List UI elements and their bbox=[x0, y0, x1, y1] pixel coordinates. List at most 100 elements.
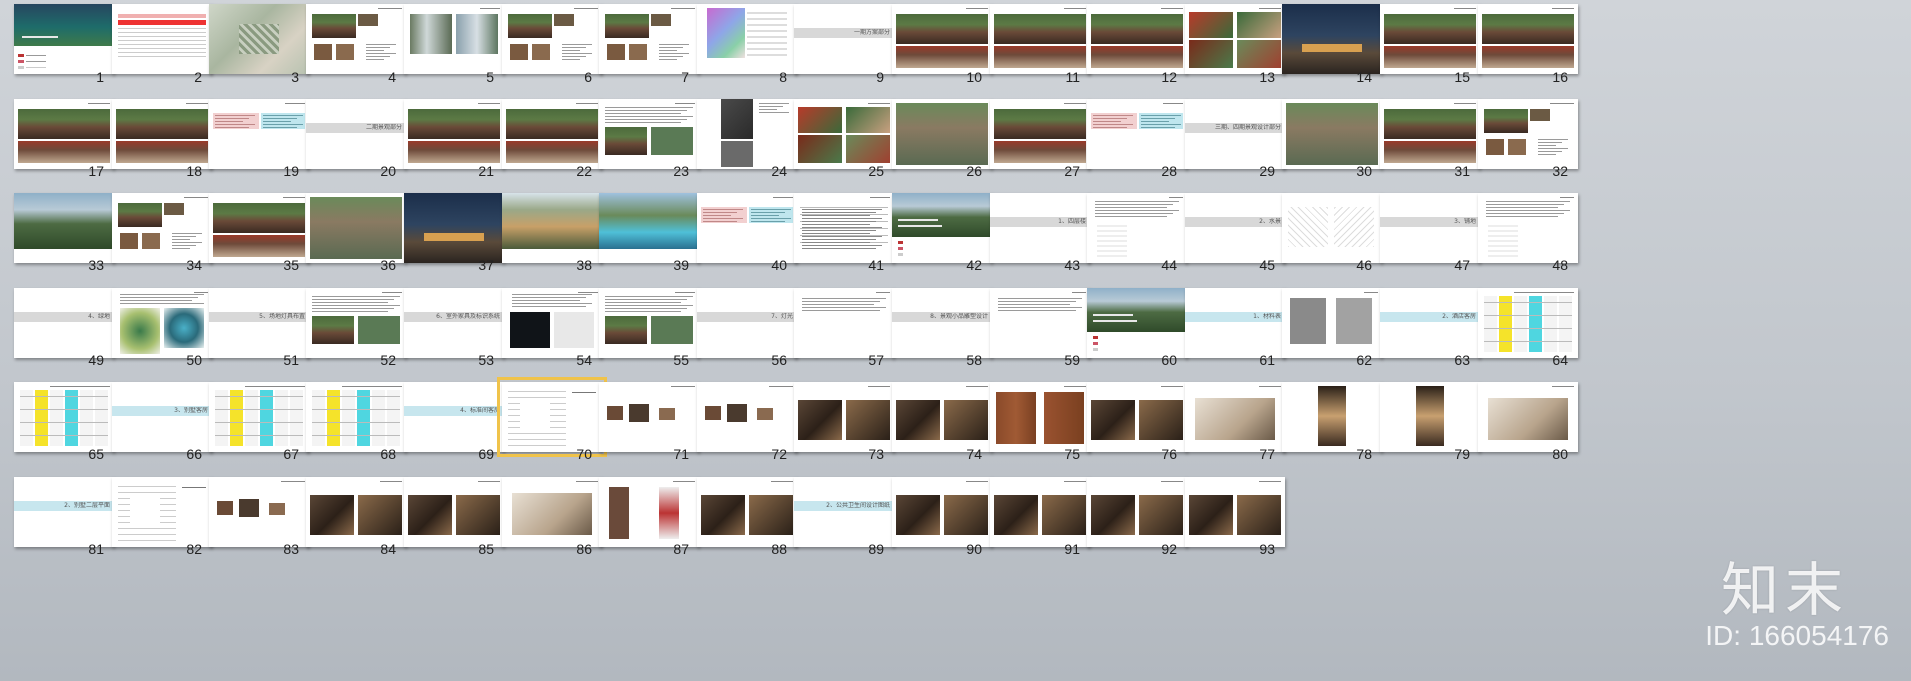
slide-thumbnail-60[interactable] bbox=[1087, 288, 1187, 358]
slide-thumbnail-59[interactable] bbox=[990, 288, 1090, 358]
slide-thumbnail-92[interactable] bbox=[1087, 477, 1187, 547]
slide-thumbnail-51[interactable]: 5、场地灯具布置 bbox=[209, 288, 309, 358]
slide-thumbnail-18[interactable] bbox=[112, 99, 212, 169]
slide-thumbnail-84[interactable] bbox=[306, 477, 406, 547]
slide-thumbnail-91[interactable] bbox=[990, 477, 1090, 547]
slide-thumbnail-71[interactable] bbox=[599, 382, 699, 452]
slide-thumbnail-88[interactable] bbox=[697, 477, 797, 547]
slide-thumbnail-7[interactable] bbox=[599, 4, 699, 74]
slide-thumbnail-80[interactable] bbox=[1478, 382, 1578, 452]
slide-thumbnail-26[interactable] bbox=[892, 99, 992, 169]
slide-thumbnail-45[interactable]: 2、水景 bbox=[1185, 193, 1285, 263]
slide-thumbnail-39[interactable] bbox=[599, 193, 699, 263]
slide-thumbnail-86[interactable] bbox=[502, 477, 602, 547]
slide-thumbnail-29[interactable]: 三期、四期景观设计部分 bbox=[1185, 99, 1285, 169]
slide-thumbnail-10[interactable] bbox=[892, 4, 992, 74]
slide-number: 31 bbox=[1454, 163, 1470, 179]
slide-thumbnail-49[interactable]: 4、绿地 bbox=[14, 288, 114, 358]
slide-thumbnail-24[interactable] bbox=[697, 99, 797, 169]
slide-thumbnail-81[interactable]: 2、别墅二层平面 bbox=[14, 477, 114, 547]
slide-thumbnail-13[interactable] bbox=[1185, 4, 1285, 74]
slide-thumbnail-11[interactable] bbox=[990, 4, 1090, 74]
slide-thumbnail-74[interactable] bbox=[892, 382, 992, 452]
slide-thumbnail-15[interactable] bbox=[1380, 4, 1480, 74]
slide-thumbnail-83[interactable] bbox=[209, 477, 309, 547]
slide-thumbnail-46[interactable] bbox=[1282, 193, 1382, 263]
slide-thumbnail-85[interactable] bbox=[404, 477, 504, 547]
slide-thumbnail-65[interactable] bbox=[14, 382, 114, 452]
slide-thumbnail-21[interactable] bbox=[404, 99, 504, 169]
slide-thumbnail-8[interactable] bbox=[697, 4, 797, 74]
slide-thumbnail-40[interactable] bbox=[697, 193, 797, 263]
slide-image bbox=[410, 14, 452, 54]
slide-text-line bbox=[1095, 204, 1173, 205]
slide-thumbnail-12[interactable] bbox=[1087, 4, 1187, 74]
slide-thumbnail-27[interactable] bbox=[990, 99, 1090, 169]
slide-thumbnail-48[interactable] bbox=[1478, 193, 1578, 263]
slide-thumbnail-17[interactable] bbox=[14, 99, 114, 169]
slide-thumbnail-79[interactable] bbox=[1380, 382, 1480, 452]
slide-thumbnail-37[interactable] bbox=[404, 193, 504, 263]
slide-thumbnail-56[interactable]: 7、灯光 bbox=[697, 288, 797, 358]
slide-thumbnail-31[interactable] bbox=[1380, 99, 1480, 169]
slide-thumbnail-9[interactable]: 一期方案部分 bbox=[794, 4, 894, 74]
slide-thumbnail-67[interactable] bbox=[209, 382, 309, 452]
slide-thumbnail-30[interactable] bbox=[1282, 99, 1382, 169]
slide-thumbnail-28[interactable] bbox=[1087, 99, 1187, 169]
slide-thumbnail-5[interactable] bbox=[404, 4, 504, 74]
slide-thumbnail-57[interactable] bbox=[794, 288, 894, 358]
slide-thumbnail-75[interactable] bbox=[990, 382, 1090, 452]
slide-thumbnail-6[interactable] bbox=[502, 4, 602, 74]
slide-thumbnail-72[interactable] bbox=[697, 382, 797, 452]
slide-thumbnail-19[interactable] bbox=[209, 99, 309, 169]
slide-text-line bbox=[802, 212, 876, 213]
slide-thumbnail-82[interactable] bbox=[112, 477, 212, 547]
slide-thumbnail-55[interactable] bbox=[599, 288, 699, 358]
slide-thumbnail-63[interactable]: 2、酒店客房 bbox=[1380, 288, 1480, 358]
slide-thumbnail-76[interactable] bbox=[1087, 382, 1187, 452]
slide-thumbnail-38[interactable] bbox=[502, 193, 602, 263]
slide-thumbnail-53[interactable]: 6、室外家具及标识系统 bbox=[404, 288, 504, 358]
slide-thumbnail-90[interactable] bbox=[892, 477, 992, 547]
slide-thumbnail-78[interactable] bbox=[1282, 382, 1382, 452]
slide-thumbnail-22[interactable] bbox=[502, 99, 602, 169]
slide-thumbnail-32[interactable] bbox=[1478, 99, 1578, 169]
slide-thumbnail-89[interactable]: 2、公共卫生间设计图纸 bbox=[794, 477, 894, 547]
slide-thumbnail-47[interactable]: 3、铺地 bbox=[1380, 193, 1480, 263]
slide-thumbnail-93[interactable] bbox=[1185, 477, 1285, 547]
slide-thumbnail-66[interactable]: 3、别墅客房 bbox=[112, 382, 212, 452]
slide-thumbnail-69[interactable]: 4、标准间客房 bbox=[404, 382, 504, 452]
slide-thumbnail-62[interactable] bbox=[1282, 288, 1382, 358]
slide-thumbnail-2[interactable] bbox=[112, 4, 212, 74]
slide-thumbnail-50[interactable] bbox=[112, 288, 212, 358]
slide-thumbnail-44[interactable] bbox=[1087, 193, 1187, 263]
slide-thumbnail-25[interactable] bbox=[794, 99, 894, 169]
slide-thumbnail-4[interactable] bbox=[306, 4, 406, 74]
slide-title-line bbox=[1552, 386, 1574, 387]
slide-thumbnail-73[interactable] bbox=[794, 382, 894, 452]
slide-thumbnail-87[interactable] bbox=[599, 477, 699, 547]
slide-thumbnail-34[interactable] bbox=[112, 193, 212, 263]
slide-thumbnail-42[interactable] bbox=[892, 193, 992, 263]
slide-thumbnail-1[interactable] bbox=[14, 4, 114, 74]
slide-thumbnail-14[interactable] bbox=[1282, 4, 1382, 74]
slide-thumbnail-68[interactable] bbox=[306, 382, 406, 452]
slide-image bbox=[1488, 223, 1518, 257]
slide-thumbnail-52[interactable] bbox=[306, 288, 406, 358]
slide-thumbnail-77[interactable] bbox=[1185, 382, 1285, 452]
slide-thumbnail-23[interactable] bbox=[599, 99, 699, 169]
slide-thumbnail-41[interactable] bbox=[794, 193, 894, 263]
slide-thumbnail-35[interactable] bbox=[209, 193, 309, 263]
slide-text-line bbox=[263, 124, 303, 125]
slide-thumbnail-43[interactable]: 1、四层楼 bbox=[990, 193, 1090, 263]
slide-thumbnail-58[interactable]: 8、景观小品雕塑设计 bbox=[892, 288, 992, 358]
slide-thumbnail-20[interactable]: 二期景观部分 bbox=[306, 99, 406, 169]
slide-thumbnail-54[interactable] bbox=[502, 288, 602, 358]
slide-thumbnail-70[interactable] bbox=[497, 377, 607, 457]
slide-thumbnail-36[interactable] bbox=[306, 193, 406, 263]
slide-thumbnail-61[interactable]: 1、材料表 bbox=[1185, 288, 1285, 358]
slide-thumbnail-33[interactable] bbox=[14, 193, 114, 263]
slide-thumbnail-16[interactable] bbox=[1478, 4, 1578, 74]
slide-thumbnail-3[interactable] bbox=[209, 4, 309, 74]
slide-thumbnail-64[interactable] bbox=[1478, 288, 1578, 358]
